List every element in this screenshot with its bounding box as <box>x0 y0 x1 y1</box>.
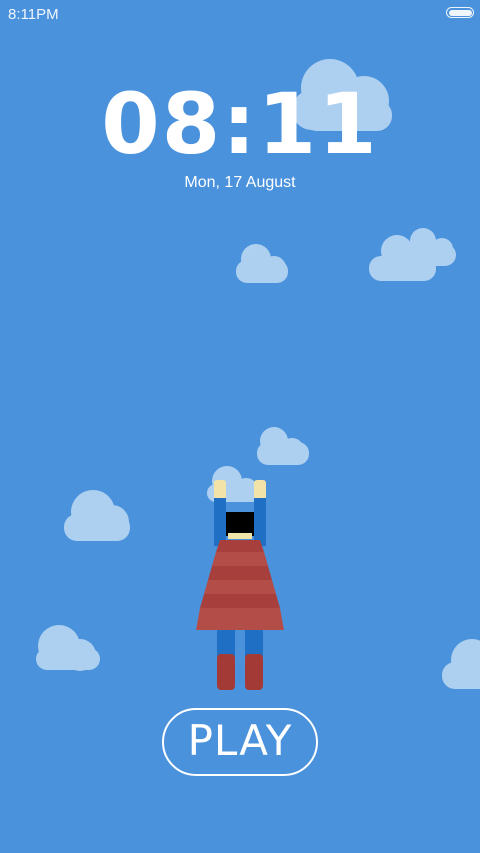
hero-icon <box>196 480 284 690</box>
play-button[interactable]: PLAY <box>162 708 318 776</box>
